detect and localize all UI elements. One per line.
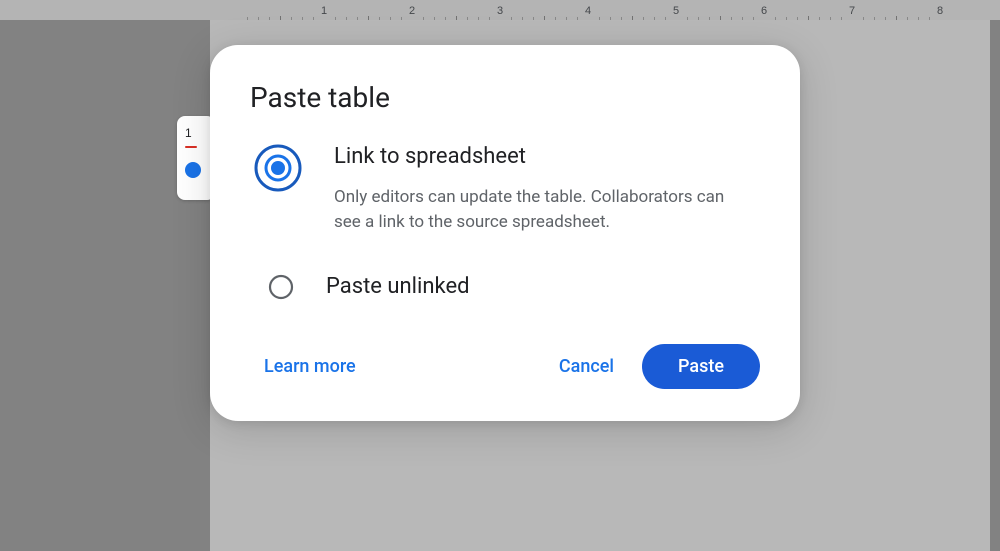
option-link-label: Link to spreadsheet — [334, 142, 754, 173]
cancel-button[interactable]: Cancel — [539, 346, 634, 387]
option-link-to-spreadsheet[interactable]: Link to spreadsheet Only editors can upd… — [250, 142, 760, 236]
option-paste-unlinked[interactable]: Paste unlinked — [250, 272, 760, 304]
paste-table-dialog: Paste table Link to spreadsheet Only edi… — [210, 45, 800, 421]
option-unlinked-label: Paste unlinked — [326, 272, 470, 303]
dialog-actions: Learn more Cancel Paste — [250, 344, 760, 389]
radio-selected-icon[interactable] — [254, 144, 302, 196]
radio-unselected-icon[interactable] — [268, 274, 294, 304]
option-link-description: Only editors can update the table. Colla… — [334, 185, 754, 236]
dialog-title: Paste table — [250, 81, 760, 114]
learn-more-link[interactable]: Learn more — [264, 356, 531, 377]
paste-button[interactable]: Paste — [642, 344, 760, 389]
